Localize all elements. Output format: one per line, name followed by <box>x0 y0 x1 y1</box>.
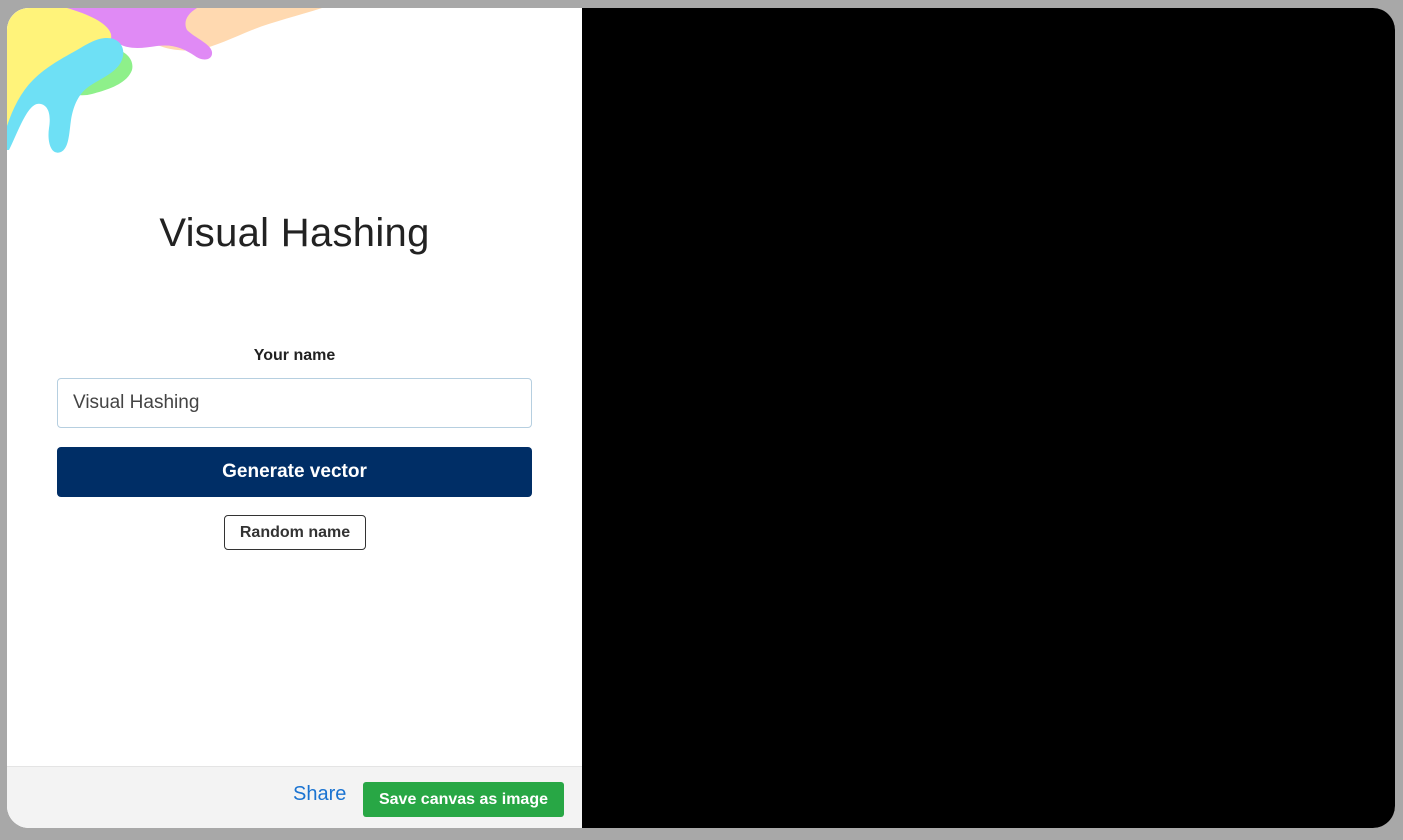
color-blob-decoration <box>7 8 322 153</box>
control-panel: Visual Hashing Your name Generate vector… <box>7 8 582 828</box>
footer-bar: Share Save canvas as image <box>7 766 582 828</box>
name-input[interactable] <box>57 378 532 428</box>
random-name-button[interactable]: Random name <box>224 515 366 550</box>
generate-vector-button[interactable]: Generate vector <box>57 447 532 497</box>
app-window: Visual Hashing Your name Generate vector… <box>7 8 1395 828</box>
name-label: Your name <box>253 347 336 364</box>
share-link[interactable]: Share <box>293 783 346 806</box>
save-canvas-button[interactable]: Save canvas as image <box>363 782 564 817</box>
page-title: Visual Hashing <box>159 211 430 255</box>
hash-canvas[interactable] <box>582 8 1395 828</box>
